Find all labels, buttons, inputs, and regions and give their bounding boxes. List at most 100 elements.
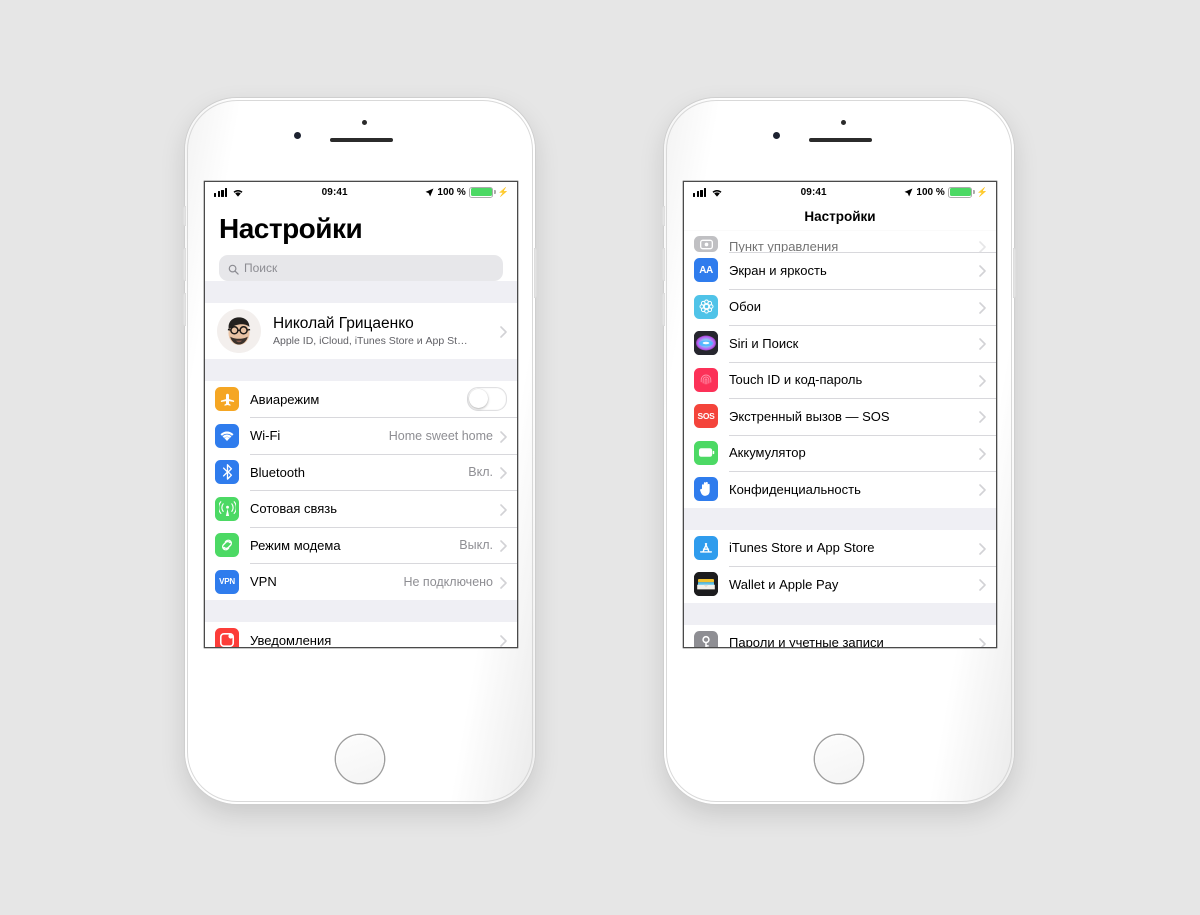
row-emergency-sos[interactable]: SOS Экстренный вызов — SOS bbox=[684, 398, 996, 435]
row-label: Экран и яркость bbox=[729, 262, 827, 278]
row-value: Вкл. bbox=[468, 465, 493, 480]
row-control-center[interactable]: Пункт управления bbox=[684, 230, 996, 252]
status-bar: 09:41 100 % ⚡ bbox=[205, 182, 517, 202]
front-camera bbox=[773, 132, 780, 139]
system-group: Пункт управления AA Экран и яркость Обои… bbox=[684, 230, 996, 508]
apple-id-row[interactable]: Николай Грицаенко Apple ID, iCloud, iTun… bbox=[205, 302, 517, 359]
row-wifi[interactable]: Wi-Fi Home sweet home bbox=[205, 417, 517, 454]
status-bar-right: 100 % ⚡ bbox=[425, 186, 509, 198]
settings-list-right[interactable]: Пункт управления AA Экран и яркость Обои… bbox=[684, 230, 996, 647]
cellular-signal-icon bbox=[693, 187, 707, 197]
display-brightness-icon: AA bbox=[694, 258, 718, 283]
sos-icon: SOS bbox=[694, 404, 718, 429]
home-button[interactable] bbox=[336, 735, 384, 783]
row-touch-id[interactable]: Touch ID и код-пароль bbox=[684, 361, 996, 398]
chevron-right-icon bbox=[500, 539, 507, 552]
notifications-icon bbox=[215, 628, 239, 647]
row-label: Siri и Поиск bbox=[729, 335, 799, 351]
notifications-group: Уведомления bbox=[205, 621, 517, 647]
battery-icon bbox=[694, 440, 718, 465]
row-notifications[interactable]: Уведомления bbox=[205, 621, 517, 647]
power-button[interactable] bbox=[1013, 248, 1016, 298]
wallpaper-icon bbox=[694, 294, 718, 319]
chevron-right-icon bbox=[979, 410, 986, 424]
home-button[interactable] bbox=[815, 735, 863, 783]
row-siri-search[interactable]: Siri и Поиск bbox=[684, 325, 996, 362]
mute-switch[interactable] bbox=[183, 206, 186, 226]
control-center-icon bbox=[694, 236, 718, 252]
screen-right: 09:41 100 % ⚡ Настройки Пункт управления… bbox=[684, 182, 996, 647]
wifi-status-icon bbox=[232, 188, 244, 197]
proximity-sensor bbox=[841, 120, 846, 125]
row-label: iTunes Store и App Store bbox=[729, 540, 875, 556]
mute-switch[interactable] bbox=[662, 206, 665, 226]
row-bluetooth[interactable]: Bluetooth Вкл. bbox=[205, 453, 517, 491]
siri-icon bbox=[694, 331, 718, 356]
row-label: Уведомления bbox=[250, 632, 332, 647]
cellular-icon bbox=[215, 496, 239, 521]
status-bar-time: 09:41 bbox=[321, 186, 348, 198]
volume-down-button[interactable] bbox=[662, 293, 665, 326]
chevron-right-icon bbox=[979, 542, 986, 555]
chevron-right-icon bbox=[500, 576, 507, 589]
row-label: Экстренный вызов — SOS bbox=[729, 408, 890, 424]
proximity-sensor bbox=[362, 120, 367, 125]
row-label: Touch ID и код-пароль bbox=[729, 372, 863, 388]
volume-down-button[interactable] bbox=[183, 293, 186, 326]
row-privacy[interactable]: Конфиденциальность bbox=[684, 471, 996, 508]
row-label: Аккумулятор bbox=[729, 445, 806, 461]
row-cellular[interactable]: Сотовая связь bbox=[205, 490, 517, 527]
row-label: Конфиденциальность bbox=[729, 481, 861, 497]
front-camera bbox=[294, 132, 301, 139]
hotspot-icon bbox=[215, 533, 239, 558]
earpiece-speaker bbox=[809, 138, 872, 142]
battery-icon bbox=[948, 186, 975, 198]
power-button[interactable] bbox=[534, 248, 537, 298]
row-label: Пункт управления bbox=[729, 239, 839, 252]
row-vpn[interactable]: VPN VPN Не подключено bbox=[205, 563, 517, 600]
stores-group: iTunes Store и App Store Wallet и Apple … bbox=[684, 529, 996, 603]
iphone-device-left: 09:41 100 % ⚡ Настройки Поиск Николай Гр… bbox=[183, 98, 537, 804]
chevron-right-icon bbox=[979, 264, 986, 278]
status-bar-time: 09:41 bbox=[800, 186, 827, 198]
airplane-icon bbox=[215, 387, 239, 412]
row-label: VPN bbox=[250, 574, 277, 590]
row-value: Выкл. bbox=[459, 538, 493, 553]
accounts-group: Пароли и учетные записи Почта bbox=[684, 624, 996, 647]
chevron-right-icon bbox=[979, 483, 986, 497]
search-input[interactable]: Поиск bbox=[219, 254, 503, 281]
chevron-right-icon bbox=[500, 634, 507, 647]
row-wallpaper[interactable]: Обои bbox=[684, 288, 996, 325]
row-display-brightness[interactable]: AA Экран и яркость bbox=[684, 252, 996, 289]
page-title: Настройки bbox=[219, 213, 363, 244]
row-label: Авиарежим bbox=[250, 391, 320, 407]
connectivity-group: Авиарежим Wi-Fi Home sweet home Bluetoot… bbox=[205, 380, 517, 600]
location-arrow-icon bbox=[904, 188, 913, 197]
row-passwords-accounts[interactable]: Пароли и учетные записи bbox=[684, 624, 996, 647]
chevron-right-icon bbox=[979, 337, 986, 351]
bluetooth-icon bbox=[215, 460, 239, 485]
vpn-icon: VPN bbox=[215, 569, 239, 594]
row-label: Режим модема bbox=[250, 537, 341, 553]
volume-up-button[interactable] bbox=[662, 248, 665, 281]
profile-subtitle: Apple ID, iCloud, iTunes Store и App St… bbox=[273, 335, 468, 348]
row-wallet-apple-pay[interactable]: Wallet и Apple Pay bbox=[684, 566, 996, 603]
list-gap bbox=[205, 358, 517, 381]
search-icon bbox=[228, 262, 239, 276]
app-store-icon bbox=[694, 535, 718, 560]
chevron-right-icon bbox=[979, 578, 986, 592]
status-bar: 09:41 100 % ⚡ bbox=[684, 182, 996, 202]
airplane-mode-toggle[interactable] bbox=[467, 387, 507, 412]
apple-id-text: Николай Грицаенко Apple ID, iCloud, iTun… bbox=[273, 314, 500, 347]
chevron-right-icon bbox=[500, 503, 507, 516]
list-gap bbox=[205, 280, 517, 303]
avatar bbox=[217, 308, 261, 353]
settings-list-left[interactable]: Николай Грицаенко Apple ID, iCloud, iTun… bbox=[205, 280, 517, 647]
row-battery[interactable]: Аккумулятор bbox=[684, 434, 996, 471]
row-itunes-app-store[interactable]: iTunes Store и App Store bbox=[684, 529, 996, 566]
chevron-right-icon bbox=[979, 447, 986, 460]
row-personal-hotspot[interactable]: Режим модема Выкл. bbox=[205, 526, 517, 564]
chevron-right-icon bbox=[500, 325, 507, 338]
row-airplane-mode[interactable]: Авиарежим bbox=[205, 380, 517, 418]
volume-up-button[interactable] bbox=[183, 248, 186, 281]
